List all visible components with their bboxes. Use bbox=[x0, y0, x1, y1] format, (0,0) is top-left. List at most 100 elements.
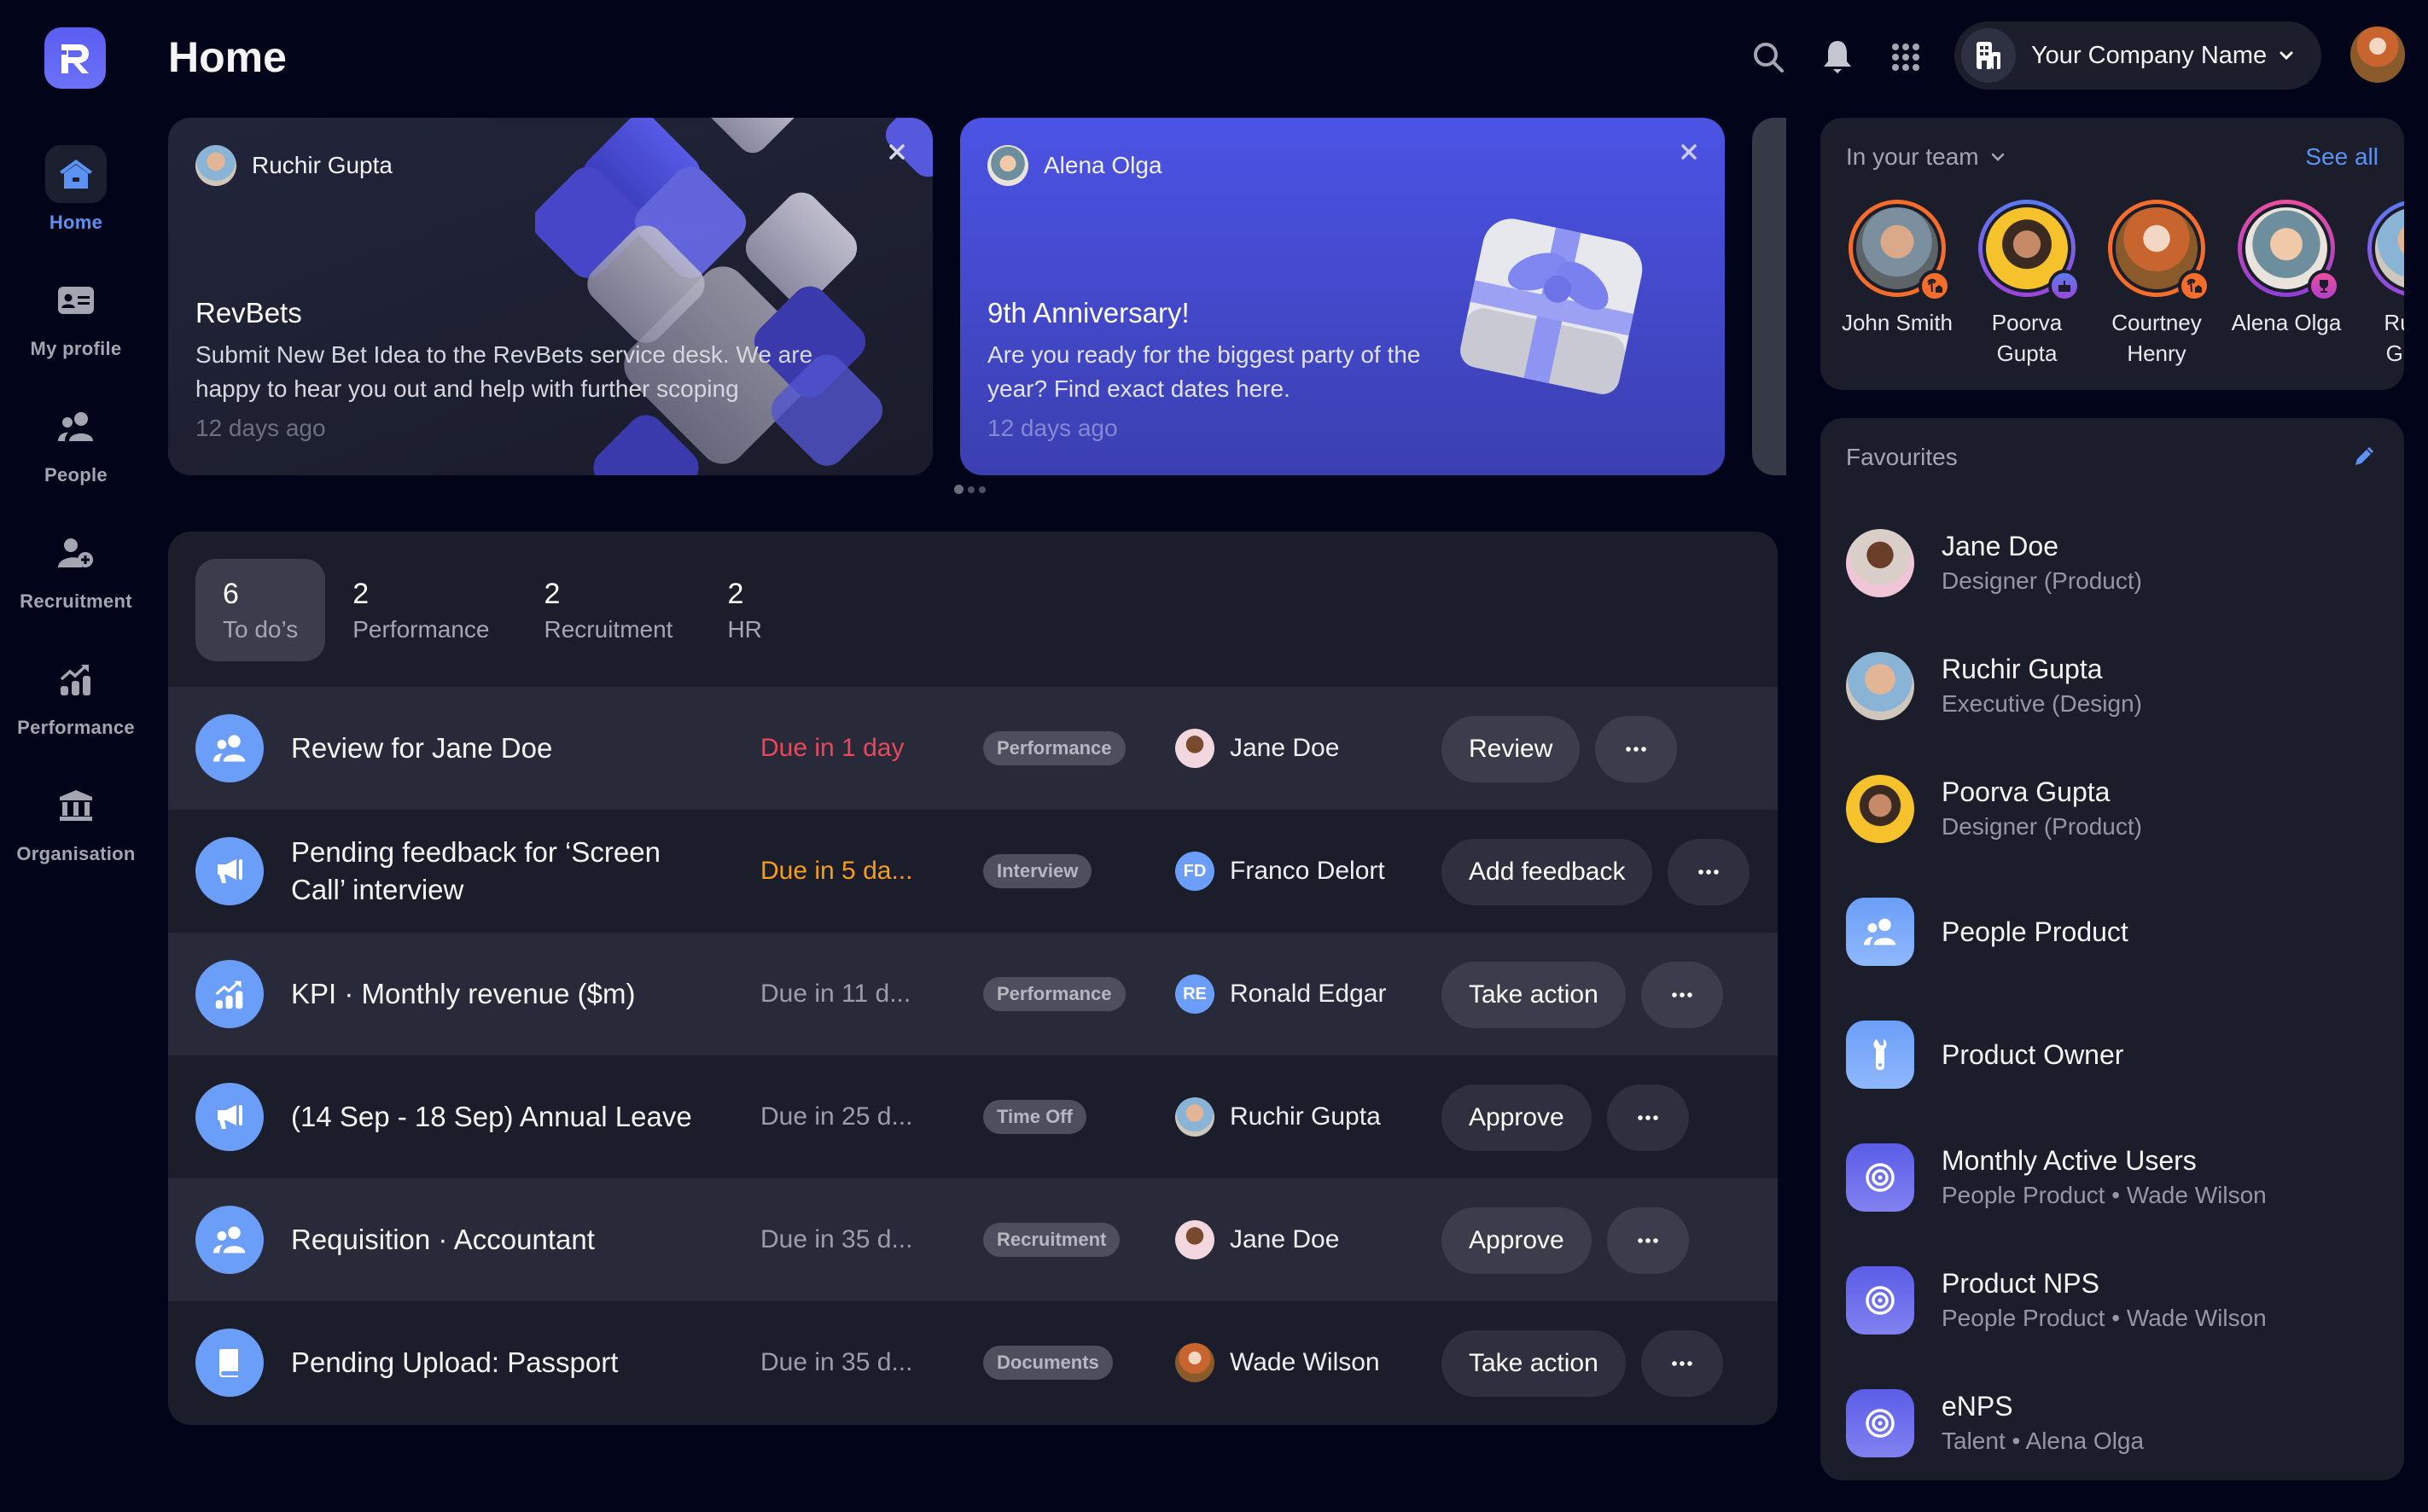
favourite-item[interactable]: eNPS Talent • Alena Olga bbox=[1846, 1372, 2375, 1474]
task-row[interactable]: Review for Jane Doe Due in 1 day Perform… bbox=[168, 687, 1778, 810]
card-title: RevBets bbox=[195, 297, 302, 329]
close-button[interactable] bbox=[1672, 135, 1706, 169]
sidebar-item-home[interactable]: Home bbox=[0, 145, 152, 234]
task-assignee[interactable]: RE Ronald Edgar bbox=[1175, 933, 1386, 1055]
favourite-item[interactable]: People Product bbox=[1846, 881, 2375, 983]
sidebar-item-performance[interactable]: Performance bbox=[0, 650, 152, 739]
task-due: Due in 11 d... bbox=[760, 980, 911, 1008]
avatar bbox=[1175, 729, 1214, 768]
avatar-ring bbox=[2108, 200, 2210, 302]
sidebar-item-my-profile[interactable]: My profile bbox=[0, 271, 152, 360]
announcement-card[interactable]: Ruchir Gupta RevBets Submit New Bet Idea… bbox=[168, 118, 933, 475]
see-all-link[interactable]: See all bbox=[2305, 143, 2379, 171]
more-button[interactable] bbox=[1640, 1330, 1723, 1397]
tab-todos[interactable]: 6 To do’s bbox=[195, 559, 326, 661]
approve-button[interactable]: Approve bbox=[1441, 1207, 1592, 1274]
carousel-dot[interactable] bbox=[979, 486, 986, 493]
favourite-item[interactable]: Jane Doe Designer (Product) bbox=[1846, 512, 2375, 614]
bell-icon bbox=[1824, 41, 1851, 73]
favourite-item[interactable]: Product Owner bbox=[1846, 1003, 2375, 1106]
favourite-subtitle: Talent • Alena Olga bbox=[1942, 1428, 2145, 1454]
close-icon bbox=[889, 144, 905, 160]
team-member[interactable]: Courtney Henry bbox=[2092, 200, 2221, 369]
more-button[interactable] bbox=[1668, 839, 1750, 905]
carousel-dot[interactable] bbox=[954, 485, 964, 494]
sidebar-item-label: Performance bbox=[17, 717, 135, 738]
task-tag: Performance bbox=[983, 731, 1126, 765]
take-action-button[interactable]: Take action bbox=[1441, 962, 1626, 1028]
favourite-item[interactable]: Monthly Active Users People Product • Wa… bbox=[1846, 1126, 2375, 1229]
team-member[interactable]: John Smith bbox=[1832, 200, 1962, 338]
take-action-button[interactable]: Take action bbox=[1441, 1330, 1626, 1397]
favourite-name: eNPS bbox=[1942, 1391, 2013, 1422]
search-button[interactable] bbox=[1747, 36, 1790, 79]
card-body: Submit New Bet Idea to the RevBets servi… bbox=[195, 341, 813, 402]
sidebar-item-organisation[interactable]: Organisation bbox=[0, 776, 152, 865]
apps-button[interactable] bbox=[1884, 36, 1927, 79]
more-button[interactable] bbox=[1606, 1085, 1689, 1151]
favourite-subtitle: Designer (Product) bbox=[1942, 813, 2142, 840]
target-icon bbox=[1846, 1143, 1914, 1212]
more-horizontal-icon bbox=[1637, 1238, 1658, 1243]
task-assignee[interactable]: Jane Doe bbox=[1175, 687, 1339, 810]
announcement-card[interactable]: Alena Olga 9th Anniversary! Are you read… bbox=[960, 118, 1725, 475]
people-icon bbox=[45, 398, 107, 456]
people-icon bbox=[195, 1206, 264, 1274]
more-horizontal-icon bbox=[1698, 869, 1720, 875]
approve-button[interactable]: Approve bbox=[1441, 1085, 1592, 1151]
add-feedback-button[interactable]: Add feedback bbox=[1441, 839, 1653, 905]
task-assignee[interactable]: Wade Wilson bbox=[1175, 1301, 1380, 1424]
team-member[interactable]: Alena Olga bbox=[2221, 200, 2351, 338]
home-icon bbox=[45, 145, 107, 203]
task-assignee[interactable]: FD Franco Delort bbox=[1175, 810, 1385, 933]
notifications-button[interactable] bbox=[1816, 36, 1859, 79]
team-member[interactable]: Ruchir Gupta bbox=[2351, 200, 2404, 369]
tab-performance[interactable]: 2 Performance bbox=[325, 559, 516, 661]
task-title: Pending feedback for ‘Screen Call’ inter… bbox=[291, 836, 661, 905]
avatar bbox=[1175, 1343, 1214, 1382]
tab-hr[interactable]: 2 HR bbox=[700, 559, 789, 661]
favourite-item[interactable]: Poorva Gupta Designer (Product) bbox=[1846, 758, 2375, 860]
task-tag: Interview bbox=[983, 854, 1092, 888]
user-avatar[interactable] bbox=[2350, 26, 2405, 83]
sidebar-item-label: My profile bbox=[30, 338, 122, 359]
sidebar-item-recruitment[interactable]: Recruitment bbox=[0, 524, 152, 613]
team-member[interactable]: Poorva Gupta bbox=[1962, 200, 2092, 369]
pencil-icon bbox=[2355, 446, 2374, 465]
task-title: Pending Upload: Passport bbox=[291, 1346, 619, 1378]
sidebar-item-label: People bbox=[44, 464, 108, 486]
more-horizontal-icon bbox=[1671, 992, 1692, 997]
carousel-dot[interactable] bbox=[968, 486, 975, 493]
company-switcher[interactable]: Your Company Name bbox=[1954, 21, 2321, 90]
task-row[interactable]: Pending Upload: Passport Due in 35 d... … bbox=[168, 1301, 1778, 1424]
review-button[interactable]: Review bbox=[1441, 716, 1581, 782]
card-body: Are you ready for the biggest party of t… bbox=[987, 341, 1421, 402]
close-button[interactable] bbox=[880, 135, 914, 169]
edit-favourites-button[interactable] bbox=[2348, 442, 2379, 473]
member-name: Alena Olga bbox=[2231, 310, 2342, 335]
more-button[interactable] bbox=[1606, 1207, 1689, 1274]
favourite-name: Monthly Active Users bbox=[1942, 1145, 2197, 1176]
avatar-ring bbox=[1849, 200, 1951, 302]
sidebar-item-people[interactable]: People bbox=[0, 398, 152, 486]
search-icon bbox=[1754, 43, 1784, 73]
task-row[interactable]: (14 Sep - 18 Sep) Annual Leave Due in 25… bbox=[168, 1055, 1778, 1178]
tab-recruitment[interactable]: 2 Recruitment bbox=[517, 559, 701, 661]
assignee-name: Ruchir Gupta bbox=[1230, 1102, 1381, 1131]
avatar-ring bbox=[2367, 200, 2404, 297]
trophy-icon bbox=[2308, 270, 2340, 302]
megaphone-icon bbox=[195, 1083, 264, 1151]
task-assignee[interactable]: Jane Doe bbox=[1175, 1178, 1339, 1301]
task-row[interactable]: Requisition · Accountant Due in 35 d... … bbox=[168, 1178, 1778, 1301]
team-filter-dropdown[interactable]: In your team bbox=[1846, 143, 2005, 171]
announcement-card-next-peek[interactable] bbox=[1752, 118, 1786, 475]
app-logo[interactable] bbox=[44, 27, 106, 89]
more-button[interactable] bbox=[1595, 716, 1678, 782]
task-row[interactable]: KPI · Monthly revenue ($m) Due in 11 d..… bbox=[168, 933, 1778, 1055]
more-button[interactable] bbox=[1640, 962, 1723, 1028]
favourite-item[interactable]: Product NPS People Product • Wade Wilson bbox=[1846, 1249, 2375, 1352]
tab-count: 6 bbox=[223, 578, 239, 610]
task-row[interactable]: Pending feedback for ‘Screen Call’ inter… bbox=[168, 810, 1778, 933]
favourite-item[interactable]: Ruchir Gupta Executive (Design) bbox=[1846, 635, 2375, 737]
task-assignee[interactable]: Ruchir Gupta bbox=[1175, 1055, 1381, 1178]
